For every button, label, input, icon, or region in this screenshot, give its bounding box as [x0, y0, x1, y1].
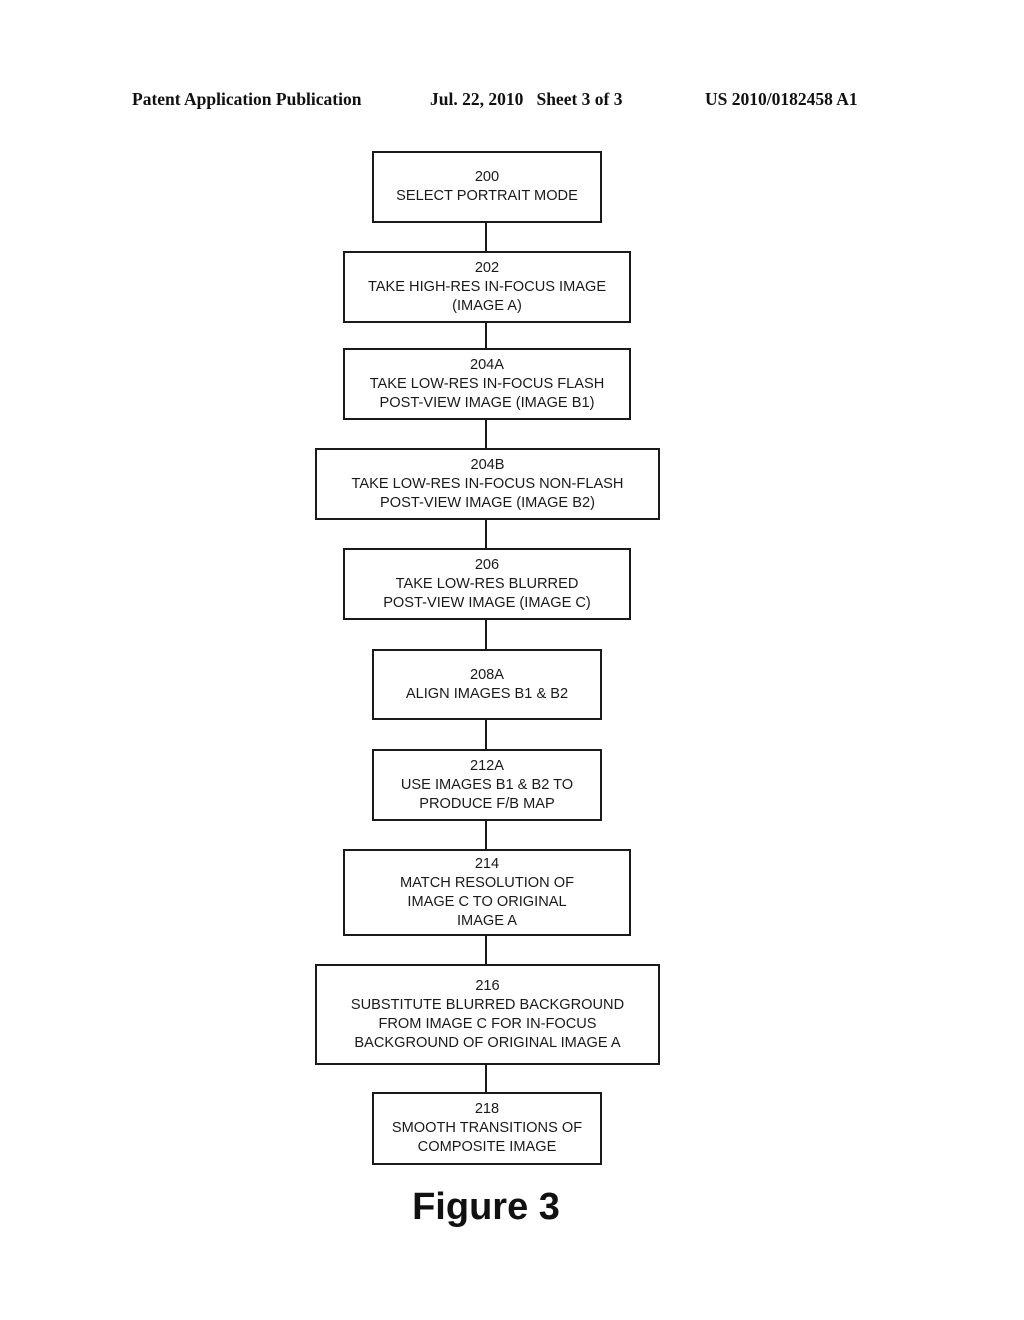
step-box-206: 206 TAKE LOW-RES BLURRED POST-VIEW IMAGE (… — [343, 548, 631, 620]
publication-type: Patent Application Publication — [132, 89, 362, 109]
step-text-line: TAKE HIGH-RES IN-FOCUS IMAGE — [367, 278, 607, 295]
figure-caption-text: Figure 3 — [412, 1186, 560, 1228]
step-number: 202 — [474, 259, 500, 276]
step-number: 216 — [475, 977, 500, 994]
step-text-line: TAKE LOW-RES IN-FOCUS NON-FLASH — [351, 475, 624, 492]
step-number: 204A — [469, 356, 505, 373]
step-number: 212A — [469, 757, 505, 774]
step-box-218: 218 SMOOTH TRANSITIONS OF COMPOSITE IMAGE — [372, 1092, 602, 1165]
step-number: 204B — [470, 456, 505, 473]
step-number: 214 — [474, 855, 500, 872]
connector-204A-to-204B — [485, 420, 487, 448]
connector-206-to-208A — [485, 620, 487, 649]
date-and-sheet: Jul. 22, 2010 Sheet 3 of 3 — [430, 89, 623, 109]
step-text-line: FROM IMAGE C FOR IN-FOCUS — [378, 1015, 597, 1032]
step-text-line: (IMAGE A) — [452, 297, 522, 314]
figure-caption: Figure 3 — [0, 1186, 972, 1229]
step-box-202: 202 TAKE HIGH-RES IN-FOCUS IMAGE (IMAGE A) — [343, 251, 631, 323]
connector-216-to-218 — [485, 1065, 487, 1092]
patent-header: Patent Application Publication Jul. 22, … — [0, 89, 1024, 113]
step-text-line: USE IMAGES B1 & B2 TO — [400, 776, 574, 793]
step-text-line: COMPOSITE IMAGE — [417, 1139, 557, 1155]
step-number: 208A — [469, 666, 505, 683]
step-box-214: 214 MATCH RESOLUTION OF IMAGE C TO ORIGINA… — [343, 849, 631, 936]
connector-214-to-216 — [485, 936, 487, 964]
step-box-204a: 204A TAKE LOW-RES IN-FOCUS FLASH POST-VIEW… — [343, 348, 631, 420]
connector-204B-to-206 — [485, 520, 487, 548]
step-box-208a: 208A ALIGN IMAGES B1 & B2 — [372, 649, 602, 720]
step-text-line: SMOOTH TRANSITIONS OF — [391, 1120, 583, 1136]
step-text-line: PRODUCE F/B MAP — [419, 795, 555, 812]
step-number: 218 — [474, 1101, 500, 1117]
step-text-line: IMAGE C TO ORIGINAL — [407, 893, 567, 910]
step-text-line: ALIGN IMAGES B1 & B2 — [405, 685, 569, 702]
step-text-line: MATCH RESOLUTION OF — [399, 874, 575, 891]
connector-202-to-204A — [485, 323, 487, 348]
step-text-line: BACKGROUND OF ORIGINAL IMAGE A — [354, 1034, 621, 1051]
step-number: 206 — [474, 556, 500, 573]
connector-212A-to-214 — [485, 821, 487, 849]
step-text-line: POST-VIEW IMAGE (IMAGE B1) — [379, 394, 595, 411]
step-text-line: SELECT PORTRAIT MODE — [396, 188, 578, 204]
step-box-216: 216 SUBSTITUTE BLURRED BACKGROUND FROM IMA… — [315, 964, 660, 1065]
step-text-line: TAKE LOW-RES BLURRED — [395, 575, 579, 592]
step-box-200: 200 SELECT PORTRAIT MODE — [372, 151, 602, 223]
step-text-line: IMAGE A — [456, 912, 517, 929]
step-number: 200 — [474, 169, 500, 185]
publication-number: US 2010/0182458 A1 — [705, 89, 858, 109]
step-box-212a: 212A USE IMAGES B1 & B2 TO PRODUCE F/B MAP — [372, 749, 602, 821]
step-text-line: POST-VIEW IMAGE (IMAGE C) — [383, 594, 591, 611]
connector-208A-to-212A — [485, 720, 487, 749]
step-text-line: SUBSTITUTE BLURRED BACKGROUND — [350, 996, 625, 1013]
step-text-line: TAKE LOW-RES IN-FOCUS FLASH — [369, 375, 605, 392]
connector-200-to-202 — [485, 223, 487, 251]
step-text-line: POST-VIEW IMAGE (IMAGE B2) — [380, 494, 595, 511]
step-box-204b: 204B TAKE LOW-RES IN-FOCUS NON-FLASH POST-… — [315, 448, 660, 520]
